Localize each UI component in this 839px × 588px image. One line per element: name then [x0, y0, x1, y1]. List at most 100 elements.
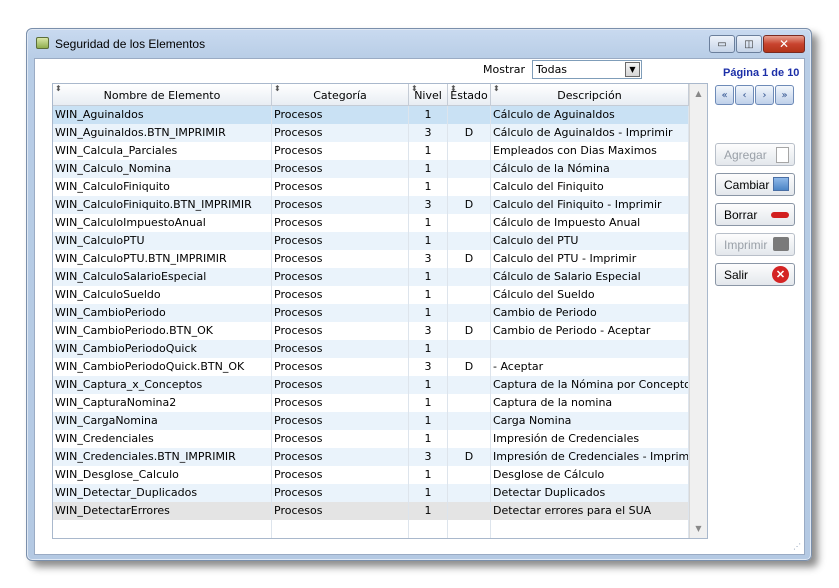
cell-estado	[448, 484, 491, 502]
vertical-scrollbar[interactable]: ▲ ▼	[689, 84, 707, 538]
table-row[interactable]: WIN_DetectarErrores Procesos 1 Detectar err…	[53, 502, 689, 520]
maximize-button[interactable]: ◫	[736, 35, 762, 53]
table-row[interactable]: WIN_CambioPeriodo.BTN_OK Procesos 3 D Cambio…	[53, 322, 689, 340]
next-page-icon: ›	[762, 89, 767, 101]
filter-select[interactable]: Todas ▼	[532, 60, 642, 79]
table-row[interactable]: WIN_CalculoPTU.BTN_IMPRIMIR Procesos 3 D Cal…	[53, 250, 689, 268]
printer-icon	[773, 237, 789, 251]
cell-estado: D	[448, 250, 491, 268]
table-row[interactable]: WIN_CapturaNomina2 Procesos 1 Captura de la…	[53, 394, 689, 412]
table-row[interactable]: WIN_CargaNomina Procesos 1 Carga Nomina	[53, 412, 689, 430]
cell-categoria: Procesos	[272, 340, 409, 358]
cell-nombre: WIN_CapturaNomina2	[53, 394, 272, 412]
cell-descripcion: Captura de la nomina	[491, 394, 689, 412]
cell-nivel: 1	[409, 214, 448, 232]
table-row[interactable]: WIN_CalculoFiniquito Procesos 1 Calculo del…	[53, 178, 689, 196]
cell-nivel: 3	[409, 322, 448, 340]
borrar-button[interactable]: Borrar	[715, 203, 795, 226]
title-bar[interactable]: Seguridad de los Elementos ▭ ◫ ✕	[27, 29, 811, 59]
cell-categoria: Procesos	[272, 196, 409, 214]
cell-nivel: 1	[409, 340, 448, 358]
cell-nivel: 1	[409, 304, 448, 322]
cambiar-button[interactable]: Cambiar	[715, 173, 795, 196]
table-row[interactable]: WIN_Aguinaldos Procesos 1 Cálculo de Aguina…	[53, 106, 689, 124]
table-row[interactable]: WIN_CalculoSalarioEspecial Procesos 1 Cálcu…	[53, 268, 689, 286]
cell-nivel: 1	[409, 178, 448, 196]
cell-nivel: 3	[409, 124, 448, 142]
minimize-button[interactable]: ▭	[709, 35, 735, 53]
prev-page-button[interactable]: ‹	[735, 85, 754, 105]
table-row[interactable]: WIN_Calculo_Nomina Procesos 1 Cálculo de la…	[53, 160, 689, 178]
cell-nivel: 1	[409, 466, 448, 484]
cell-estado	[448, 466, 491, 484]
column-header-nivel[interactable]: ⬍ Nivel	[409, 84, 448, 106]
cell-categoria: Procesos	[272, 358, 409, 376]
cell-nivel: 1	[409, 412, 448, 430]
table-row[interactable]: WIN_Credenciales.BTN_IMPRIMIR Procesos 3 D I…	[53, 448, 689, 466]
next-page-button[interactable]: ›	[755, 85, 774, 105]
sort-icon[interactable]: ⬍	[411, 84, 418, 93]
close-button[interactable]: ✕	[763, 35, 805, 53]
cell-descripcion: Impresión de Credenciales - Imprimir	[491, 448, 689, 466]
edit-image-icon	[773, 177, 789, 191]
cell-categoria: Procesos	[272, 106, 409, 124]
table-row[interactable]: WIN_Credenciales Procesos 1 Impresión de Cr…	[53, 430, 689, 448]
scroll-down-icon[interactable]: ▼	[690, 520, 707, 537]
resize-grip-icon[interactable]: ⋰	[793, 542, 801, 551]
cell-categoria: Procesos	[272, 142, 409, 160]
cell-nivel: 3	[409, 250, 448, 268]
cell-estado	[448, 412, 491, 430]
dropdown-arrow-icon[interactable]: ▼	[625, 62, 640, 77]
column-header-categoria[interactable]: ⬍ Categoría	[272, 84, 409, 106]
table-row[interactable]: WIN_CambioPeriodoQuick Procesos 1	[53, 340, 689, 358]
cell-categoria: Procesos	[272, 250, 409, 268]
cell-descripcion	[491, 340, 689, 358]
table-row[interactable]: WIN_Aguinaldos.BTN_IMPRIMIR Procesos 3 D Cál…	[53, 124, 689, 142]
table-row[interactable]: WIN_CalculoPTU Procesos 1 Calculo del PTU	[53, 232, 689, 250]
cell-nombre: WIN_Credenciales.BTN_IMPRIMIR	[53, 448, 272, 466]
table-row[interactable]: WIN_CalculoSueldo Procesos 1 Cálculo del Su…	[53, 286, 689, 304]
cell-descripcion: Cálculo de la Nómina	[491, 160, 689, 178]
sort-icon[interactable]: ⬍	[493, 84, 500, 93]
agregar-button[interactable]: Agregar	[715, 143, 795, 166]
column-header-nombre[interactable]: ⬍ Nombre de Elemento	[53, 84, 272, 106]
cell-estado	[448, 286, 491, 304]
cell-descripcion: Desglose de Cálculo	[491, 466, 689, 484]
table-row[interactable]: WIN_Captura_x_Conceptos Procesos 1 Captura …	[53, 376, 689, 394]
cell-descripcion: Cambio de Periodo - Aceptar	[491, 322, 689, 340]
sort-icon[interactable]: ⬍	[274, 84, 281, 93]
imprimir-button[interactable]: Imprimir	[715, 233, 795, 256]
cell-categoria: Procesos	[272, 376, 409, 394]
table-row[interactable]: WIN_CalculoImpuestoAnual Procesos 1 Cálculo…	[53, 214, 689, 232]
elements-table: ⬍ Nombre de Elemento ⬍ Categoría ⬍ Nivel…	[52, 83, 708, 539]
last-page-button[interactable]: »	[775, 85, 794, 105]
table-row[interactable]: WIN_CalculoFiniquito.BTN_IMPRIMIR Proceso…	[53, 196, 689, 214]
cell-estado	[448, 430, 491, 448]
cell-estado: D	[448, 358, 491, 376]
table-header: ⬍ Nombre de Elemento ⬍ Categoría ⬍ Nivel…	[53, 84, 689, 106]
first-page-button[interactable]: «	[715, 85, 734, 105]
sort-icon[interactable]: ⬍	[55, 84, 62, 93]
cell-nivel: 1	[409, 106, 448, 124]
column-header-estado[interactable]: ⬍ Estado	[448, 84, 491, 106]
cell-nombre: WIN_DetectarErrores	[53, 502, 272, 520]
table-row[interactable]: WIN_Desglose_Calculo Procesos 1 Desglose de…	[53, 466, 689, 484]
table-row[interactable]: WIN_CambioPeriodo Procesos 1 Cambio de Peri…	[53, 304, 689, 322]
table-row[interactable]: WIN_Detectar_Duplicados Procesos 1 Detectar…	[53, 484, 689, 502]
cell-nombre: WIN_CalculoPTU	[53, 232, 272, 250]
scroll-up-icon[interactable]: ▲	[690, 85, 707, 102]
cell-estado	[448, 178, 491, 196]
empty-cell	[448, 520, 491, 538]
cell-nivel: 3	[409, 196, 448, 214]
salir-button[interactable]: Salir ✕	[715, 263, 795, 286]
cell-nombre: WIN_Detectar_Duplicados	[53, 484, 272, 502]
column-header-descripcion[interactable]: ⬍ Descripción	[491, 84, 689, 106]
cell-nivel: 1	[409, 286, 448, 304]
cell-nivel: 1	[409, 484, 448, 502]
table-row[interactable]: WIN_Calcula_Parciales Procesos 1 Empleados …	[53, 142, 689, 160]
table-row[interactable]: WIN_CambioPeriodoQuick.BTN_OK Procesos 3 D …	[53, 358, 689, 376]
cell-nombre: WIN_CalculoSalarioEspecial	[53, 268, 272, 286]
minus-icon	[771, 212, 789, 218]
cell-estado	[448, 268, 491, 286]
sort-icon[interactable]: ⬍	[450, 84, 457, 93]
